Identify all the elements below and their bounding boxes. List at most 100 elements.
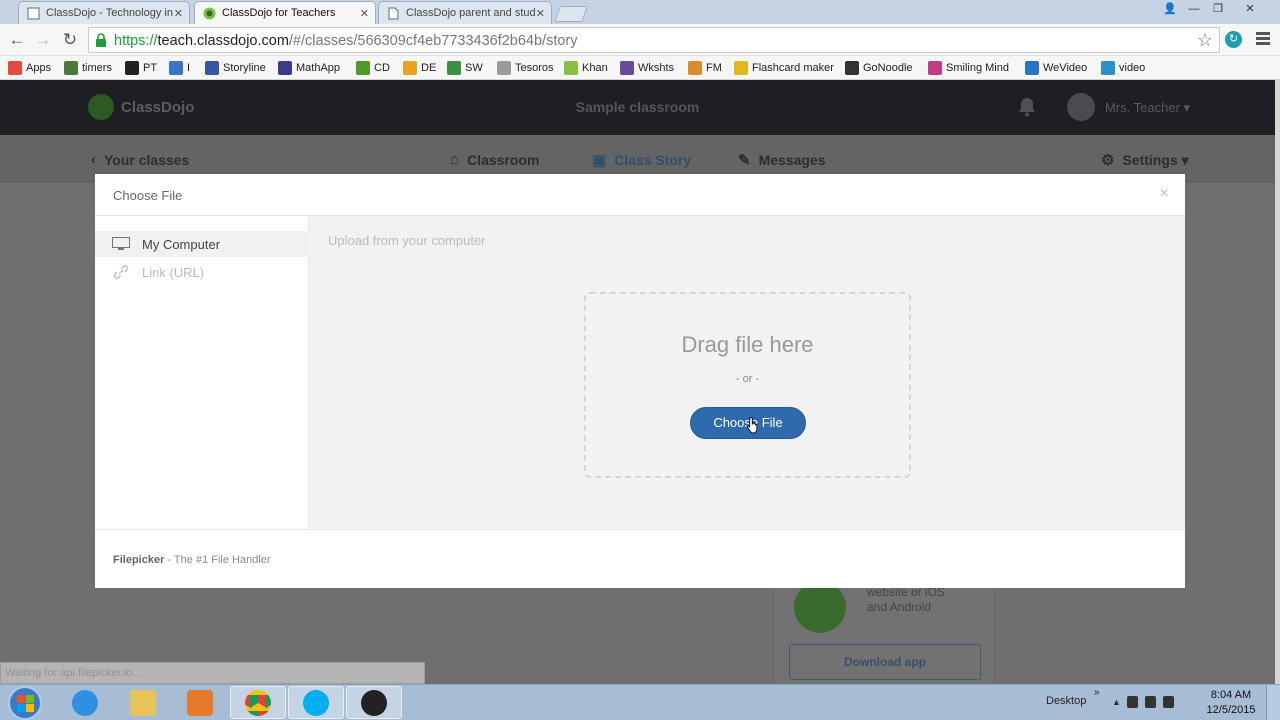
- de-icon: [403, 61, 417, 75]
- play-icon: [1025, 61, 1039, 75]
- tab-classdojo-technology[interactable]: ClassDojo - Technology in ✕: [18, 1, 190, 24]
- bookmark-label: I: [187, 62, 191, 74]
- bookmark-storyline[interactable]: Storyline: [205, 60, 266, 76]
- obs-icon: [361, 689, 387, 716]
- back-arrow-icon[interactable]: ←: [7, 30, 27, 50]
- taskbar-obs[interactable]: [346, 686, 402, 719]
- bookmark-gonoodle[interactable]: GoNoodle: [845, 60, 913, 76]
- bookmark-label: Storyline: [223, 62, 266, 74]
- forward-arrow-icon[interactable]: →: [33, 30, 53, 50]
- window-controls: 👤 — ❐ ✕: [1158, 0, 1270, 18]
- window-close-button[interactable]: ✕: [1230, 0, 1270, 18]
- tab-classdojo-teachers[interactable]: ClassDojo for Teachers ✕: [194, 1, 376, 24]
- bookmark-cd[interactable]: CD: [356, 60, 390, 76]
- app-icon: [794, 581, 846, 633]
- classdojo-icon: [356, 61, 370, 75]
- bookmark-flashcard-maker[interactable]: Flashcard maker: [734, 60, 834, 76]
- address-bar[interactable]: https://teach.classdojo.com/#/classes/56…: [88, 27, 1220, 53]
- bookmark-label: Khan: [582, 62, 608, 74]
- windows-taskbar: Desktop » ▲ 8:04 AM 12/5/2015: [0, 684, 1280, 720]
- avatar[interactable]: [1067, 93, 1095, 121]
- tab-close-icon[interactable]: ✕: [360, 7, 369, 20]
- classdojo-header: ClassDojo Sample classroom Mrs. Teacher …: [0, 80, 1275, 135]
- taskbar-file-explorer[interactable]: [115, 686, 171, 719]
- browser-status-bar: Waiting for api.filepicker.io...: [0, 662, 425, 684]
- taskbar-media-player[interactable]: [172, 686, 228, 719]
- timer-icon: [64, 61, 78, 75]
- source-link-url[interactable]: Link (URL): [95, 259, 309, 285]
- tab-class-story[interactable]: ▣ Class Story: [592, 151, 691, 169]
- chrome-icon: [245, 689, 271, 716]
- skype-icon: [303, 689, 329, 716]
- source-label: My Computer: [142, 236, 221, 252]
- bookmark-timers[interactable]: timers: [64, 60, 112, 76]
- source-my-computer[interactable]: My Computer: [95, 231, 309, 257]
- gonoodle-icon: [845, 61, 859, 75]
- bookmark-pt[interactable]: PT: [125, 60, 157, 76]
- clock-date: 12/5/2015: [1206, 704, 1256, 716]
- tab-classdojo-parent[interactable]: ClassDojo parent and stud ✕: [378, 1, 552, 24]
- tab-classroom[interactable]: ⌂ Classroom: [450, 151, 539, 168]
- taskbar-skype[interactable]: [288, 686, 344, 719]
- bookmark-video[interactable]: video: [1101, 60, 1145, 76]
- tab-messages[interactable]: ✎ Messages: [738, 151, 826, 169]
- chrome-menu-icon[interactable]: [1256, 32, 1270, 47]
- reload-icon[interactable]: ↻: [60, 30, 80, 50]
- bookmark-i[interactable]: I: [169, 60, 190, 76]
- taskbar-internet-explorer[interactable]: [57, 686, 113, 719]
- bookmark-label: timers: [82, 62, 112, 74]
- page-icon: [27, 7, 40, 19]
- extension-icon[interactable]: ↻: [1225, 31, 1242, 48]
- i-icon: [169, 61, 183, 75]
- app-promo-line: and Android: [867, 600, 932, 614]
- bookmark-label: video: [1119, 62, 1146, 74]
- battery-icon[interactable]: [1127, 696, 1138, 708]
- network-icon[interactable]: [1145, 696, 1156, 708]
- bookmark-wkshts[interactable]: Wkshts: [620, 60, 674, 76]
- chevron-right-icon[interactable]: »: [1094, 687, 1100, 698]
- tab-close-icon[interactable]: ✕: [536, 7, 545, 20]
- bookmark-mathapp[interactable]: MathApp: [278, 60, 340, 76]
- notification-bell-icon[interactable]: [1018, 97, 1036, 117]
- download-app-button[interactable]: Download app: [789, 644, 981, 680]
- tab-close-icon[interactable]: ✕: [174, 7, 183, 20]
- page-icon: [497, 61, 511, 75]
- pt-icon: [125, 61, 139, 75]
- nav-label: Class Story: [614, 152, 692, 168]
- user-icon[interactable]: 👤: [1158, 0, 1182, 18]
- volume-icon[interactable]: [1163, 696, 1174, 708]
- settings-menu[interactable]: ⚙ Settings ▾: [1101, 151, 1189, 170]
- bookmark-label: DE: [421, 62, 437, 74]
- bookmark-apps[interactable]: Apps: [8, 60, 51, 76]
- bookmark-fm[interactable]: FM: [688, 60, 722, 76]
- taskbar-chrome[interactable]: [230, 686, 286, 719]
- leaf-icon: [564, 61, 578, 75]
- url-path: /#/classes/566309cf4eb7733436f2b64b/stor…: [288, 33, 578, 49]
- start-button[interactable]: [8, 686, 42, 720]
- system-clock[interactable]: 8:04 AM 12/5/2015: [1200, 688, 1262, 718]
- drop-zone[interactable]: Drag file here - or - Choose File: [584, 292, 911, 478]
- bookmark-smiling-mind[interactable]: Smiling Mind: [928, 60, 1009, 76]
- page-scrollbar[interactable]: [1275, 80, 1280, 684]
- new-tab-button[interactable]: [554, 6, 588, 22]
- internet-explorer-icon: [72, 689, 98, 716]
- bookmark-sw[interactable]: SW: [447, 60, 483, 76]
- back-to-classes-link[interactable]: ‹ Your classes: [91, 151, 189, 168]
- storyline-icon: [205, 61, 219, 75]
- close-icon[interactable]: ×: [1160, 185, 1169, 203]
- restore-button[interactable]: ❐: [1206, 0, 1230, 18]
- bookmark-star-icon[interactable]: ☆: [1197, 30, 1213, 51]
- minimize-button[interactable]: —: [1182, 0, 1206, 18]
- tab-title: ClassDojo for Teachers: [222, 7, 336, 19]
- show-desktop-button[interactable]: [1266, 685, 1280, 720]
- bookmark-de[interactable]: DE: [403, 60, 436, 76]
- bookmark-wevideo[interactable]: WeVideo: [1025, 60, 1087, 76]
- teacher-menu[interactable]: Mrs. Teacher ▾: [1105, 100, 1190, 116]
- tab-title: ClassDojo parent and stud: [406, 7, 536, 19]
- desktop-toolbar-label[interactable]: Desktop: [1046, 695, 1086, 707]
- tray-arrow-icon[interactable]: ▲: [1112, 696, 1121, 708]
- bookmark-tesoros[interactable]: Tesoros: [497, 60, 554, 76]
- gear-icon: ⚙: [1101, 152, 1115, 169]
- bookmark-khan[interactable]: Khan: [564, 60, 608, 76]
- url-host: teach.classdojo.com: [157, 33, 289, 49]
